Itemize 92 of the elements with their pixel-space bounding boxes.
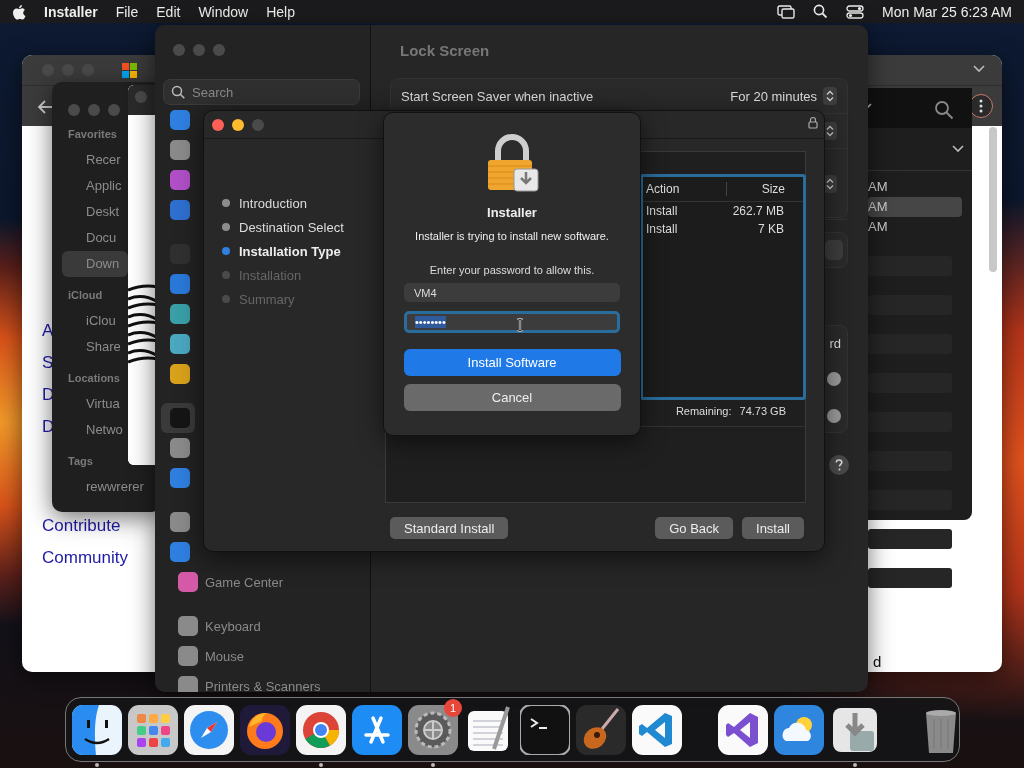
help-button[interactable] [829,455,849,475]
sidebar-item[interactable]: Deskt [62,199,128,225]
column-header[interactable]: Action [643,182,727,196]
pane-title: Lock Screen [400,42,490,59]
remaining-value: 74.73 GB [739,405,786,417]
sidebar-item[interactable]: Mouse [161,641,364,671]
cloud-icon[interactable] [774,704,824,755]
sidebar-item[interactable]: Applic [62,173,128,199]
menu-clock: Mon Mar 25 6:23 AM [882,3,1012,20]
ribbon-icon[interactable] [632,704,682,755]
sidebar-item[interactable]: Printers & Scanners [161,671,364,692]
column-header[interactable]: Size [727,182,785,196]
window-control[interactable] [212,118,224,131]
popup-button[interactable]: For 20 minutes [730,87,837,105]
setting-label: Start Screen Saver when inactive [401,88,594,104]
toggles-icon[interactable] [846,4,865,19]
link[interactable]: Community [42,547,128,569]
section-heading: iCloud [68,288,103,302]
link[interactable]: Contribute [42,515,128,537]
switch-knob[interactable] [827,409,841,423]
menu-title[interactable]: Installer [44,3,98,20]
table-cell-text: Install [645,204,679,218]
scrollbar[interactable] [989,127,997,272]
notification-badge: 1 [444,698,462,717]
search-icon[interactable] [813,4,829,19]
menu-item[interactable]: Window [198,3,249,20]
list-row[interactable]: AM [868,177,962,197]
table-cell-text: Install [645,222,679,236]
table-cell-text: 7 KB [757,222,784,236]
menu-item[interactable]: File [115,3,139,20]
sidebar-item[interactable]: Docu [62,225,128,251]
dialog-message: Installer is trying to install new software. [415,230,609,242]
list-row[interactable]: AM [868,217,962,237]
password-field[interactable]: •••••••• [404,311,620,333]
question-mark-icon[interactable] [835,459,843,471]
sidebar-item[interactable]: Virtua [62,391,128,417]
sidebar-item[interactable]: Game Center [161,567,364,597]
section-heading: Locations [68,371,120,385]
switch-knob[interactable] [827,372,841,386]
dialog-prompt: Enter your password to allow this. [429,264,595,276]
sidebar-item[interactable]: Down [62,251,128,277]
action-button[interactable]: Install [742,517,804,539]
sidebar-item[interactable]: Netwo [62,417,128,443]
more-icon[interactable] [979,99,983,113]
chevron-icon[interactable] [952,145,964,153]
install-software-button[interactable]: Install Software [403,349,621,376]
step-label: Installation [239,267,302,283]
link[interactable]: A [42,320,55,342]
window-control[interactable] [232,118,244,131]
text-fragment: d [873,653,882,670]
pencil-brush-icon[interactable] [352,704,402,755]
apple-logo-icon[interactable] [12,3,26,20]
link[interactable]: S [42,352,55,374]
smiling-face-icon[interactable] [72,704,122,755]
action-button[interactable]: Standard Install [390,517,509,539]
sidebar-item[interactable]: rewwrerer [62,474,146,500]
table-cell-text: 262.7 MB [731,204,784,218]
action-button[interactable]: Go Back [655,517,734,539]
remaining-label: Remaining: [675,405,732,417]
gear-icon[interactable] [408,704,458,755]
step-label: Summary [239,291,295,307]
sidebar-item[interactable]: Share [62,334,128,360]
terminal-icon[interactable] [520,704,570,755]
compass-icon[interactable] [184,704,234,755]
menu-item[interactable]: Help [266,3,295,20]
search-icon [171,85,185,99]
cancel-button[interactable]: Cancel [403,384,621,411]
color-wheel-icon[interactable] [296,704,346,755]
list-row[interactable]: AM [868,197,962,217]
lock-icon [808,116,818,129]
sidebar-item[interactable]: Keyboard [161,611,364,641]
guitar-icon[interactable] [576,704,626,755]
step-label: Destination Select [239,219,344,235]
chevron-icon[interactable] [973,65,985,73]
text-cursor-icon [516,318,524,332]
text-fragment: rd [829,336,841,351]
infinity-ribbon-icon[interactable] [718,704,768,755]
app-grid-icon[interactable] [128,704,178,755]
section-heading: Tags [68,454,93,468]
menu-item[interactable]: Edit [156,3,181,20]
username-field[interactable]: VM4 [404,283,620,302]
sidebar-item[interactable]: Recer [62,147,128,173]
stepper-icon[interactable] [823,87,837,105]
fox-globe-icon[interactable] [240,704,290,755]
windows-logo-icon [122,62,137,78]
section-heading: Favorites [68,127,117,141]
step-label: Introduction [239,195,307,211]
screens-icon[interactable] [777,4,796,19]
search-field[interactable]: Search [163,79,360,105]
sidebar-item[interactable]: iClou [62,308,128,334]
step-label: Installation Type [239,243,341,259]
dialog-title: Installer [487,205,537,220]
